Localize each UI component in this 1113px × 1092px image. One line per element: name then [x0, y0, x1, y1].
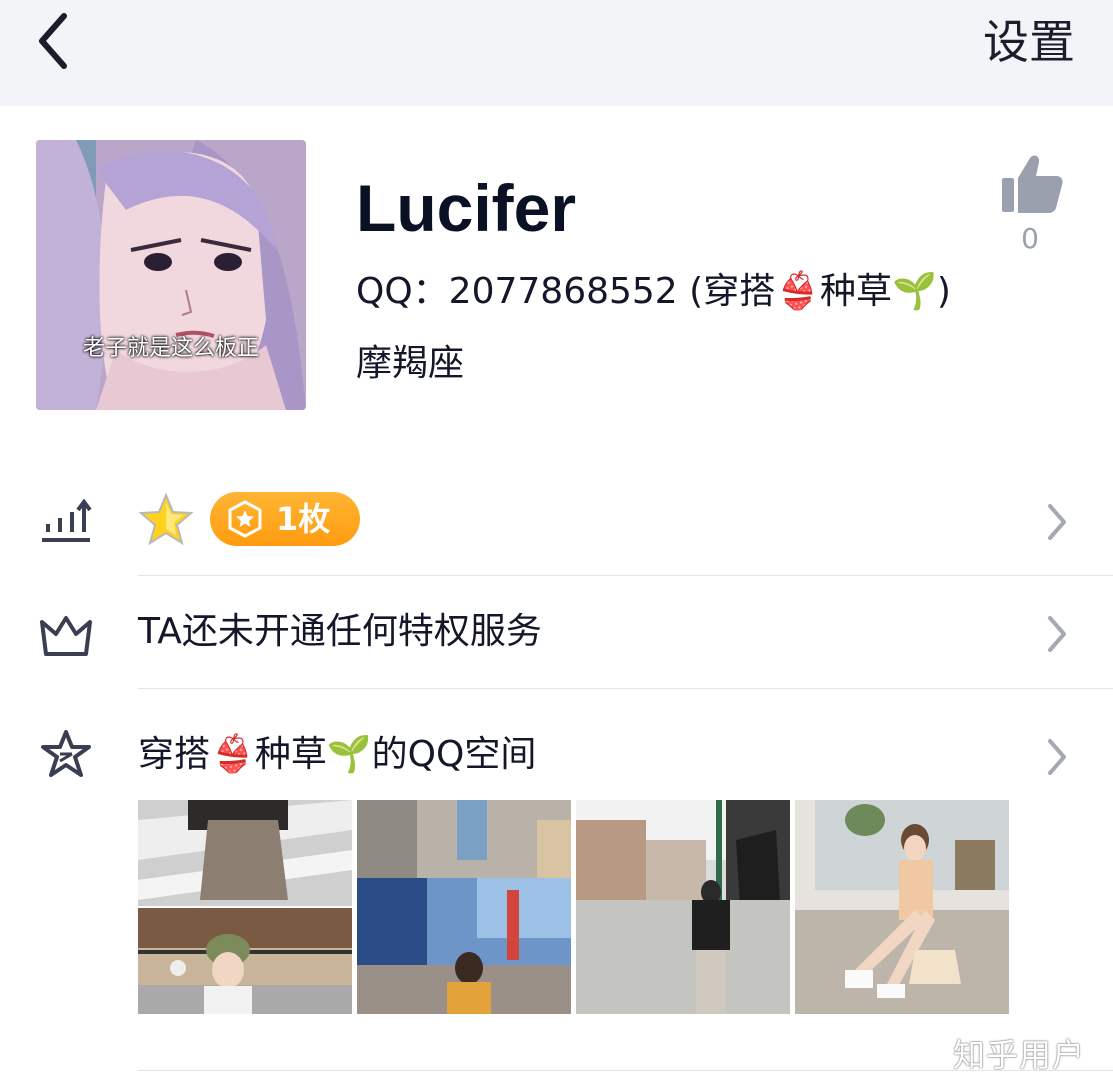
qq-number-line: QQ：2077868552 (穿搭👙种草🌱) — [356, 271, 951, 312]
avatar-caption: 老子就是这么板正 — [82, 336, 259, 361]
star-outline-icon — [41, 730, 91, 777]
qzone-label: 穿搭👙种草🌱的QQ空间 — [138, 734, 537, 775]
chevron-left-icon — [39, 13, 67, 69]
chevron-right-icon — [1048, 504, 1066, 540]
photo-thumbnail — [576, 800, 790, 1014]
top-bar: 设置 — [0, 0, 1113, 106]
chevron-right-icon — [1048, 739, 1066, 775]
avatar-illustration — [36, 140, 306, 410]
profile-card: 老子就是这么板正 Lucifer QQ：2077868552 (穿搭👙种草🌱) … — [0, 106, 1113, 446]
star-level-icon — [138, 492, 194, 546]
qzone-photo-1[interactable] — [138, 800, 352, 1014]
like-count: 0 — [1021, 222, 1039, 255]
badge-count-label: 1枚 — [276, 500, 331, 538]
privilege-row[interactable]: TA还未开通任何特权服务 — [0, 576, 1113, 688]
level-row[interactable]: 1枚 — [0, 470, 1113, 574]
photo-thumbnail — [795, 800, 1009, 1014]
qzone-photo-4[interactable] — [795, 800, 1009, 1014]
nickname: Lucifer — [356, 171, 577, 245]
avatar[interactable]: 老子就是这么板正 — [36, 140, 306, 410]
chevron-right-icon — [1048, 616, 1066, 652]
privilege-label: TA还未开通任何特权服务 — [138, 611, 542, 652]
qzone-photo-3[interactable] — [576, 800, 790, 1014]
back-button[interactable] — [30, 10, 80, 72]
thumbs-up-icon — [1002, 155, 1063, 213]
zodiac-sign: 摩羯座 — [356, 343, 465, 384]
hexagon-star-icon — [228, 500, 262, 538]
crown-icon — [40, 616, 92, 656]
qzone-photo-strip — [138, 800, 1010, 1014]
like-button[interactable] — [996, 150, 1066, 220]
level-badge: 1枚 — [210, 492, 360, 546]
qzone-photo-2[interactable] — [357, 800, 571, 1014]
qzone-row[interactable]: 穿搭👙种草🌱的QQ空间 — [0, 689, 1113, 797]
divider — [138, 1070, 1113, 1071]
level-chart-icon — [42, 498, 92, 542]
photo-thumbnail — [357, 800, 571, 1014]
photo-thumbnail — [138, 800, 352, 1014]
settings-button[interactable]: 设置 — [983, 16, 1075, 68]
